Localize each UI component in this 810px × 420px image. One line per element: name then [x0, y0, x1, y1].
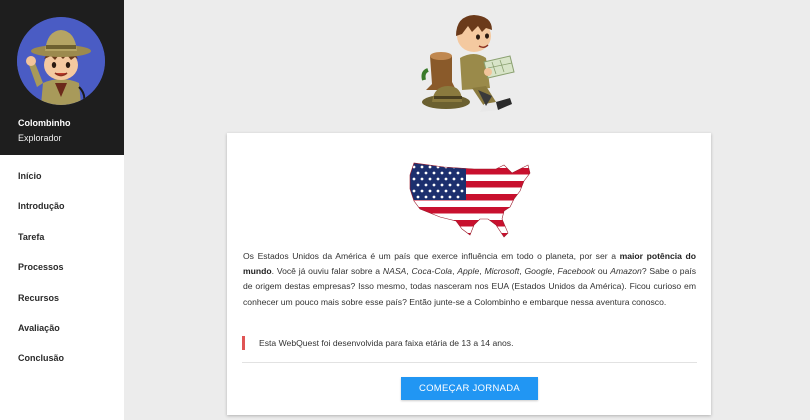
nav-item-inicio[interactable]: Início — [0, 163, 124, 193]
nav-item-conclusao[interactable]: Conclusão — [0, 345, 124, 375]
divider — [242, 362, 697, 363]
profile-panel: Colombinho Explorador — [0, 0, 124, 155]
brand-facebook: Facebook — [557, 266, 596, 277]
sidebar-nav: Início Introdução Tarefa Processos Recur… — [0, 163, 124, 376]
profile-name: Colombinho — [18, 118, 71, 128]
intro-text-1: Os Estados Unidos da América é um país q… — [243, 251, 620, 261]
brand-apple: Apple — [457, 266, 480, 277]
sidebar: Colombinho Explorador Início Introdução … — [0, 0, 124, 420]
age-range-note: Esta WebQuest foi desenvolvida para faix… — [242, 336, 513, 350]
brand-amazon: Amazon — [610, 266, 642, 277]
nav-item-avaliacao[interactable]: Avaliação — [0, 315, 124, 345]
explorer-avatar-icon — [17, 17, 105, 105]
usa-flag-map-icon — [404, 155, 534, 239]
separator: ou — [595, 266, 611, 277]
brand-cocacola: Coca-Cola — [411, 266, 453, 277]
nav-item-recursos[interactable]: Recursos — [0, 285, 124, 315]
start-journey-button[interactable]: COMEÇAR JORNADA — [401, 377, 538, 400]
nav-item-processos[interactable]: Processos — [0, 254, 124, 284]
nav-item-tarefa[interactable]: Tarefa — [0, 224, 124, 254]
brand-google: Google — [524, 266, 553, 277]
profile-role: Explorador — [18, 133, 62, 143]
intro-paragraph: Os Estados Unidos da América é um país q… — [243, 249, 696, 310]
brand-nasa: NASA — [382, 266, 407, 277]
explorer-reading-map-icon — [412, 6, 522, 118]
brand-microsoft: Microsoft — [484, 266, 520, 277]
intro-card: Os Estados Unidos da América é um país q… — [227, 133, 711, 415]
intro-text-2: . Você já ouviu falar sobre a — [271, 266, 383, 277]
nav-item-introducao[interactable]: Introdução — [0, 193, 124, 223]
